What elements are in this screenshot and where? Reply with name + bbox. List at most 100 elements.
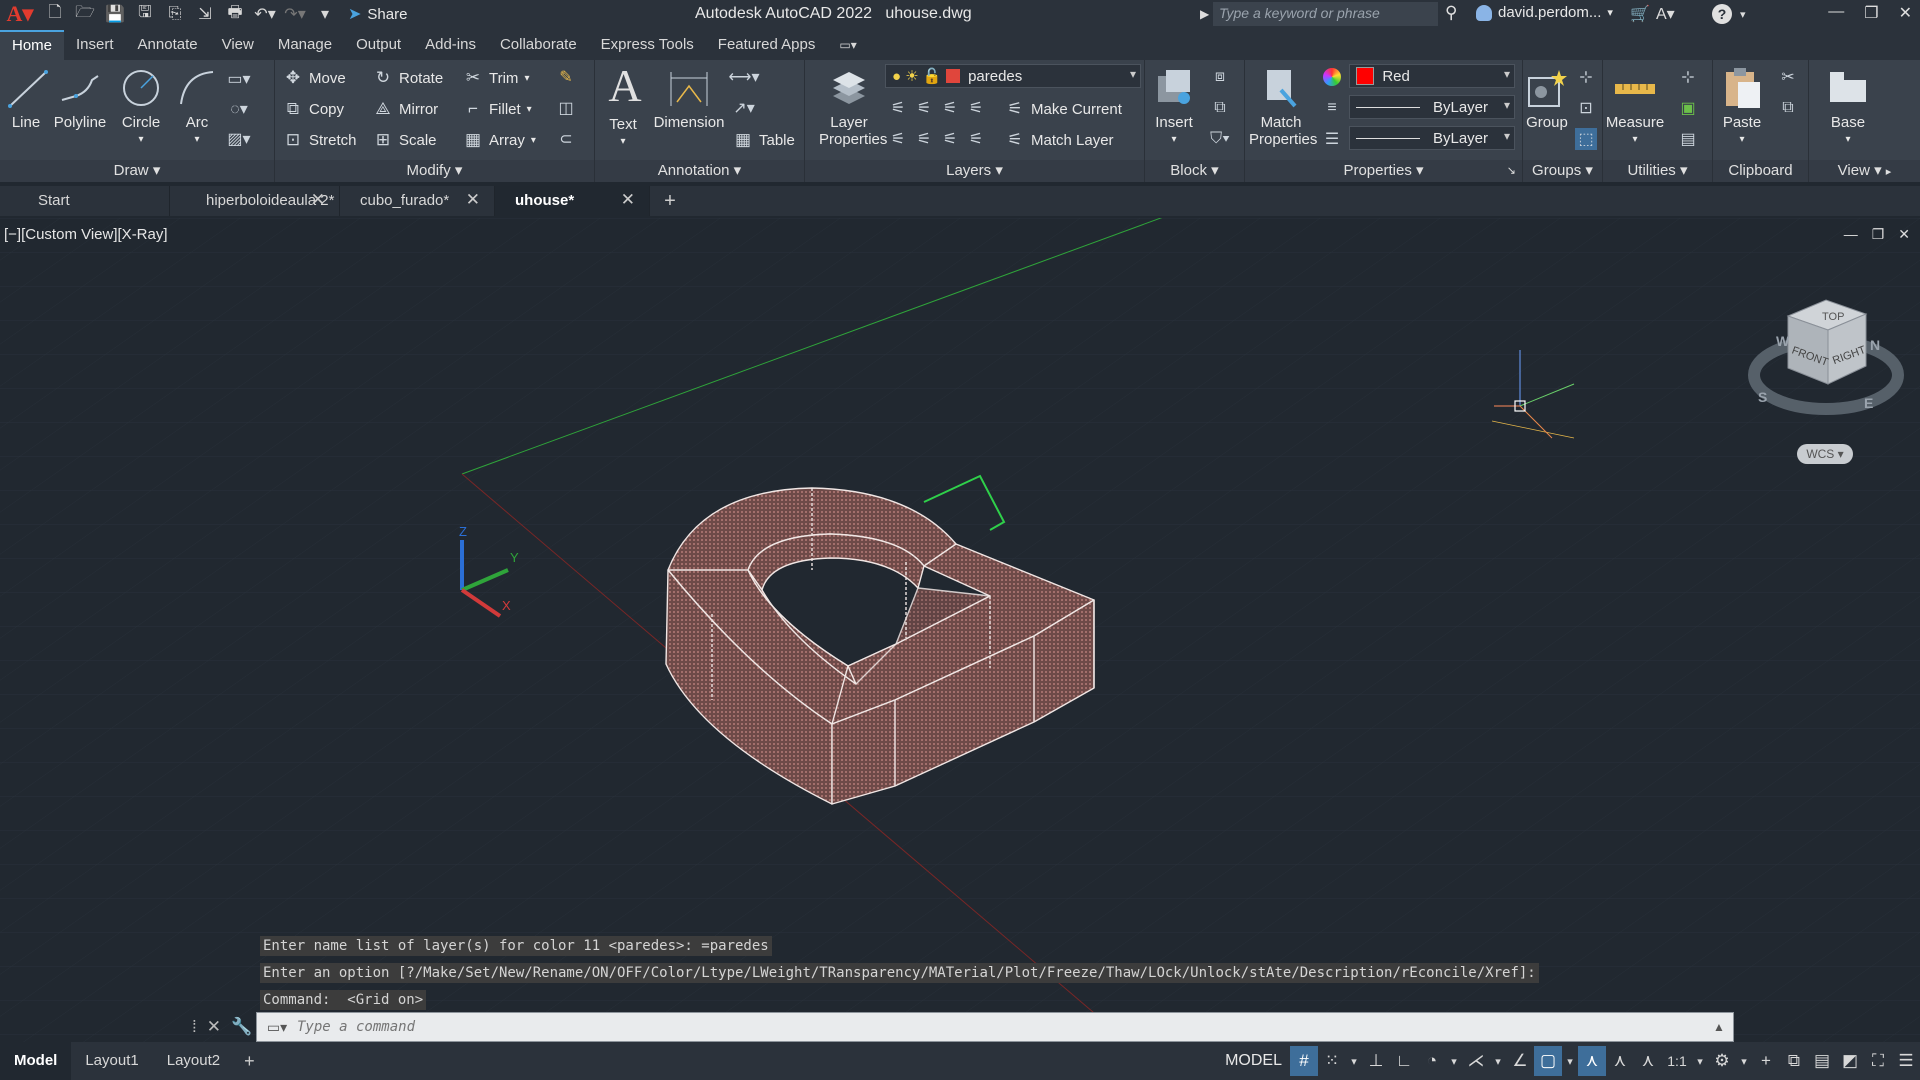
hardware-acceleration-icon[interactable]: ◩ xyxy=(1836,1046,1864,1076)
group-edit-icon[interactable]: ⊡ xyxy=(1575,97,1597,119)
groups-panel-title[interactable]: Groups ▾ xyxy=(1523,160,1602,182)
draw-panel-title[interactable]: Draw ▾ xyxy=(0,160,274,182)
chevron-down-icon[interactable]: ▾ xyxy=(1692,1046,1708,1076)
match-properties-button[interactable]: Match Properties xyxy=(1249,66,1317,148)
chevron-down-icon[interactable]: ▾ xyxy=(1490,1046,1506,1076)
restore-icon[interactable]: ❐ xyxy=(1864,3,1878,23)
quick-properties-icon[interactable]: ▤ xyxy=(1808,1046,1836,1076)
modify-panel-title[interactable]: Modify ▾ xyxy=(275,160,594,182)
drawing-viewport[interactable]: Z Y X TOP FRONT RIGHT S E N W [−][Custom… xyxy=(0,218,1920,1050)
plot-icon[interactable]: 🖶 xyxy=(220,0,250,28)
object-snap-tracking-icon[interactable]: ∠ xyxy=(1506,1046,1534,1076)
layer-unisolate-icon[interactable]: ⚟ xyxy=(913,128,935,150)
drag-handle-icon[interactable]: ⁞ xyxy=(192,1017,197,1037)
recent-commands-icon[interactable]: ▭▾ xyxy=(257,1019,297,1036)
chevron-down-icon[interactable]: ▾ xyxy=(1736,1046,1752,1076)
help-icon[interactable]: ? xyxy=(1712,4,1732,24)
user-account-button[interactable]: david.perdom... ▾ xyxy=(1476,4,1613,21)
annotation-monitor-icon[interactable]: + xyxy=(1752,1046,1780,1076)
cut-icon[interactable]: ✂ xyxy=(1777,66,1799,88)
erase-icon[interactable]: ✎ xyxy=(555,66,577,88)
viewcube-top[interactable]: TOP xyxy=(1822,311,1844,323)
layer-off-icon[interactable]: ⚟ xyxy=(887,97,909,119)
layer-unlock-icon[interactable]: ⚟ xyxy=(965,128,987,150)
layer-thaw-icon[interactable]: ⚟ xyxy=(939,128,961,150)
layout-tab-layout1[interactable]: Layout1 xyxy=(71,1042,152,1080)
move-button[interactable]: ✥ Move xyxy=(283,66,346,90)
redo-icon[interactable]: ↷▾ xyxy=(280,0,310,28)
trim-button[interactable]: ✂ Trim ▾ xyxy=(463,66,530,90)
ungroup-icon[interactable]: ⊹ xyxy=(1575,66,1597,88)
file-tab-uhouse[interactable]: uhouse* ✕ xyxy=(495,186,650,216)
properties-panel-title[interactable]: Properties ▾ ↘ xyxy=(1245,160,1522,182)
close-viewport-icon[interactable]: ✕ xyxy=(1898,226,1910,243)
hatch-icon[interactable]: ◌▾ xyxy=(228,98,250,120)
object-snap-icon[interactable]: ▢ xyxy=(1534,1046,1562,1076)
select-all-icon[interactable]: ▣ xyxy=(1677,97,1699,119)
array-button[interactable]: ▦ Array ▾ xyxy=(463,128,536,152)
copy-button[interactable]: ⧉ Copy xyxy=(283,97,344,121)
measure-button[interactable]: Measure ▾ xyxy=(1603,66,1667,148)
leader-icon[interactable]: ↗▾ xyxy=(733,97,755,119)
close-icon[interactable]: ✕ xyxy=(207,1017,221,1037)
chevron-down-icon[interactable]: ▾ xyxy=(1562,1046,1578,1076)
group-select-icon[interactable]: ⬚ xyxy=(1575,128,1597,150)
ortho-icon[interactable]: ∟ xyxy=(1390,1046,1418,1076)
panel-options-icon[interactable]: ▸ xyxy=(1886,166,1892,178)
open-file-icon[interactable]: 🗁 xyxy=(70,0,100,28)
save-icon[interactable]: 💾 xyxy=(100,0,130,28)
isodraft-icon[interactable]: ⋌ xyxy=(1462,1046,1490,1076)
units-icon[interactable]: ⧉ xyxy=(1780,1046,1808,1076)
add-layout-button[interactable]: + xyxy=(234,1051,265,1072)
lineweight-dropdown[interactable]: ByLayer ▾ xyxy=(1349,95,1515,119)
gradient-icon[interactable]: ▨▾ xyxy=(227,128,250,150)
tab-view[interactable]: View xyxy=(210,30,266,60)
workspace-gear-icon[interactable]: ⚙ xyxy=(1708,1046,1736,1076)
color-dropdown[interactable]: Red ▾ xyxy=(1349,64,1515,88)
tab-home[interactable]: Home xyxy=(0,30,65,60)
search-expand-icon[interactable]: ▶ xyxy=(1200,7,1209,21)
compass-east[interactable]: E xyxy=(1864,395,1873,411)
minimize-viewport-icon[interactable]: — xyxy=(1844,226,1858,243)
edit-attributes-icon[interactable]: ⛉▾ xyxy=(1209,128,1231,150)
annotation-panel-title[interactable]: Annotation ▾ xyxy=(595,160,804,182)
fillet-button[interactable]: ⌐ Fillet ▾ xyxy=(463,97,532,121)
wcs-menu[interactable]: WCS ▾ xyxy=(1797,444,1853,464)
rectangle-icon[interactable]: ▭▾ xyxy=(227,68,250,90)
close-icon[interactable]: ✕ xyxy=(466,190,480,210)
compass-north[interactable]: N xyxy=(1870,337,1880,353)
linear-dimension-icon[interactable]: ⟷▾ xyxy=(729,66,760,88)
minimize-icon[interactable]: — xyxy=(1828,3,1844,23)
infer-constraints-icon[interactable]: ⊥ xyxy=(1362,1046,1390,1076)
wrench-icon[interactable]: 🔧 xyxy=(231,1017,252,1037)
stretch-button[interactable]: ⊡ Stretch xyxy=(283,128,357,152)
clipboard-panel-title[interactable]: Clipboard xyxy=(1713,160,1808,182)
save-web-icon[interactable]: ⇲ xyxy=(190,0,220,28)
command-line-handle[interactable]: ⁞ ✕ 🔧 xyxy=(188,1012,256,1042)
tab-annotate[interactable]: Annotate xyxy=(126,30,210,60)
linetype-icon[interactable]: ☰ xyxy=(1321,128,1343,150)
annotation-scale-icon[interactable]: ⋏ xyxy=(1634,1046,1662,1076)
tab-manage[interactable]: Manage xyxy=(266,30,344,60)
layer-properties-button[interactable]: Layer Properties xyxy=(819,66,887,148)
insert-button[interactable]: Insert ▾ xyxy=(1149,66,1199,148)
paste-button[interactable]: Paste ▾ xyxy=(1715,66,1769,148)
arc-button[interactable]: Arc ▾ xyxy=(174,66,220,148)
table-button[interactable]: ▦ Table xyxy=(733,128,795,152)
make-current-button[interactable]: ⚟ Make Current xyxy=(1005,97,1122,121)
tab-add-ins[interactable]: Add-ins xyxy=(413,30,488,60)
auto-scale-icon[interactable]: ⋏ xyxy=(1606,1046,1634,1076)
customization-menu-icon[interactable]: ☰ xyxy=(1892,1046,1920,1076)
mirror-button[interactable]: ⟁ Mirror xyxy=(373,97,438,121)
copy-clip-icon[interactable]: ⧉ xyxy=(1777,97,1799,119)
viewport-label[interactable]: [−][Custom View][X-Ray] xyxy=(4,226,168,243)
layer-on-icon[interactable]: ⚟ xyxy=(887,128,909,150)
search-icon[interactable]: ⚲ xyxy=(1445,3,1457,23)
text-button[interactable]: A Text ▾ xyxy=(603,63,643,150)
base-view-button[interactable]: Base ▾ xyxy=(1823,66,1873,148)
autocad-logo-icon[interactable]: A▾ xyxy=(0,0,40,28)
open-web-icon[interactable]: ⎘ xyxy=(160,0,190,28)
circle-button[interactable]: Circle ▾ xyxy=(118,66,164,148)
undo-icon[interactable]: ↶▾ xyxy=(250,0,280,28)
model-space-indicator[interactable]: MODEL xyxy=(1217,1052,1290,1070)
